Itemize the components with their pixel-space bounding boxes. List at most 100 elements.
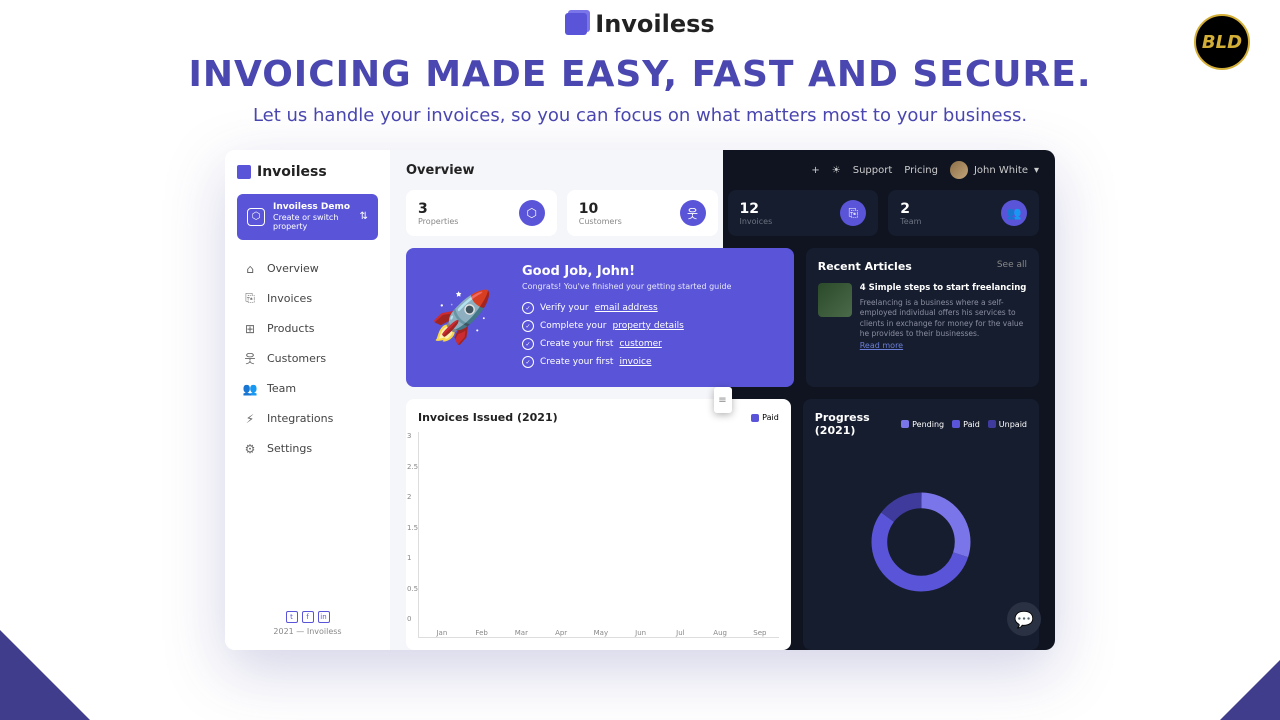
topbar: Overview + ☀ Support Pricing John White … (390, 150, 1055, 190)
main-content: ≡ 💬 Overview + ☀ Support Pricing John Wh… (390, 150, 1055, 650)
bar-label: Jun (635, 629, 646, 637)
twitter-icon[interactable]: t (286, 611, 298, 623)
bg-accent-left (0, 630, 90, 720)
chevron-down-icon: ▾ (1034, 165, 1039, 176)
welcome-subtitle: Congrats! You've finished your getting s… (522, 282, 731, 291)
checklist-item[interactable]: Complete your property details (522, 317, 731, 335)
stat-label: Team (900, 217, 921, 226)
sidebar-item-label: Customers (267, 352, 326, 365)
sidebar-item-settings[interactable]: ⚙Settings (237, 434, 378, 464)
logo-text: Invoiless (595, 10, 714, 38)
stat-icon: ⬡ (519, 200, 545, 226)
stat-label: Customers (579, 217, 622, 226)
sidebar-item-team[interactable]: 👥Team (237, 374, 378, 404)
sidebar-logo: Invoiless (237, 164, 378, 180)
bar-col: Mar (503, 627, 541, 637)
sidebar-item-customers[interactable]: 웃 Customers (237, 344, 378, 374)
rocket-icon: 🚀 (422, 264, 502, 371)
bg-accent-right (1220, 660, 1280, 720)
welcome-card: 🚀 Good Job, John! Congrats! You've finis… (406, 248, 794, 387)
sidebar-item-products[interactable]: ⊞ Products (237, 314, 378, 344)
hero-subtitle: Let us handle your invoices, so you can … (0, 105, 1280, 126)
theme-split-handle[interactable]: ≡ (714, 387, 732, 413)
sidebar-nav: ⌂Overview ⎘ Invoices ⊞ Products 웃 Customers 👥Te… (237, 254, 378, 464)
legend-swatch (952, 420, 960, 428)
article-thumbnail (818, 283, 852, 317)
gear-icon: ⚙ (243, 442, 257, 456)
document-icon: ⎘ (243, 292, 257, 306)
articles-title: Recent Articles (818, 260, 912, 273)
page-title: Overview (406, 163, 475, 178)
avatar (950, 161, 968, 179)
bar-label: Jul (676, 629, 684, 637)
stat-icon: ⎘ (840, 200, 866, 226)
bar-col: Sep (741, 627, 779, 637)
app-screenshot: Invoiless ⬡ Invoiless Demo Create or swi… (225, 150, 1055, 650)
legend-label: Unpaid (999, 420, 1027, 429)
chevron-updown-icon: ⇅ (360, 211, 368, 222)
bar-col: Jun (622, 627, 660, 637)
sidebar-item-label: Overview (267, 262, 319, 275)
add-button[interactable]: + (811, 165, 819, 176)
bar-col: Aug (701, 627, 739, 637)
bar-label: Jan (436, 629, 447, 637)
bar-label: Mar (515, 629, 528, 637)
welcome-checklist: Verify your email addressComplete your p… (522, 299, 731, 371)
bld-badge: BLD (1194, 14, 1250, 70)
stat-label: Properties (418, 217, 458, 226)
integrations-icon: ⚡ (243, 412, 257, 426)
stat-value: 10 (579, 201, 622, 217)
chart-title: Invoices Issued (2021) (418, 411, 558, 424)
grid-icon: ⊞ (243, 322, 257, 336)
legend-swatch (751, 414, 759, 422)
legend-label: Paid (963, 420, 980, 429)
facebook-icon[interactable]: f (302, 611, 314, 623)
chat-bubble-icon[interactable]: 💬 (1007, 602, 1041, 636)
donut-chart (815, 445, 1027, 638)
sidebar-item-integrations[interactable]: ⚡ Integrations (237, 404, 378, 434)
bar-col: May (582, 627, 620, 637)
hero: Invoiless INVOICING MADE EASY, FAST AND … (0, 0, 1280, 126)
progress-chart-card: Progress (2021) Pending Paid Unpaid (803, 399, 1039, 650)
legend-swatch (988, 420, 996, 428)
see-all-link[interactable]: See all (997, 260, 1027, 273)
pricing-link[interactable]: Pricing (904, 165, 938, 176)
stat-icon: 👥 (1001, 200, 1027, 226)
stat-card-properties[interactable]: 3Properties⬡ (406, 190, 557, 236)
bar-label: Apr (555, 629, 567, 637)
stat-value: 12 (740, 201, 773, 217)
article-body: Freelancing is a business where a self-e… (860, 298, 1027, 340)
checklist-item[interactable]: Create your first customer (522, 335, 731, 353)
hero-logo: Invoiless (0, 10, 1280, 38)
article-title: 4 Simple steps to start freelancing (860, 283, 1027, 295)
donut-legend: Pending Paid Unpaid (901, 420, 1027, 429)
bar-chart: 32.521.510.50 JanFebMarAprMayJunJulAugSe… (418, 432, 779, 638)
bar-label: Feb (475, 629, 487, 637)
chart-title: Progress (2021) (815, 411, 901, 437)
stat-card-team[interactable]: 2Team 👥 (888, 190, 1039, 236)
user-menu[interactable]: John White ▾ (950, 161, 1039, 179)
linkedin-icon[interactable]: in (318, 611, 330, 623)
checklist-item[interactable]: Verify your email address (522, 299, 731, 317)
switcher-subtitle: Create or switch property (273, 213, 352, 232)
read-more-link[interactable]: Read more (860, 341, 903, 350)
sidebar-item-label: Integrations (267, 412, 333, 425)
articles-card: Recent Articles See all 4 Simple steps t… (806, 248, 1039, 387)
legend-label: Pending (912, 420, 944, 429)
stat-card-customers[interactable]: 10Customers웃 (567, 190, 718, 236)
sidebar-item-label: Products (267, 322, 315, 335)
sidebar-item-label: Invoices (267, 292, 312, 305)
checklist-item[interactable]: Create your first invoice (522, 353, 731, 371)
stat-value: 2 (900, 201, 921, 217)
sidebar-item-overview[interactable]: ⌂Overview (237, 254, 378, 284)
bar-label: Aug (713, 629, 727, 637)
bar-label: Sep (753, 629, 766, 637)
support-link[interactable]: Support (853, 165, 893, 176)
article-item[interactable]: 4 Simple steps to start freelancing Free… (818, 283, 1027, 351)
theme-toggle-icon[interactable]: ☀ (832, 165, 841, 176)
bar-col: Jan (423, 627, 461, 637)
sidebar-item-invoices[interactable]: ⎘ Invoices (237, 284, 378, 314)
stat-card-invoices[interactable]: 12Invoices⎘ (728, 190, 879, 236)
property-switcher[interactable]: ⬡ Invoiless Demo Create or switch proper… (237, 194, 378, 240)
users-icon: 웃 (243, 352, 257, 366)
